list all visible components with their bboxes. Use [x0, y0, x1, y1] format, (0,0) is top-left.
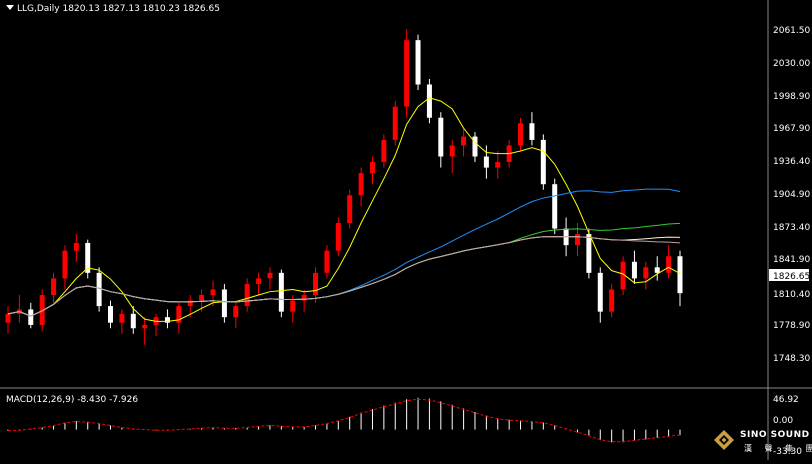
candle-body — [233, 306, 239, 318]
price-tick: 1841.90 — [773, 255, 810, 265]
candle-body — [381, 139, 387, 163]
candle-body — [221, 289, 227, 318]
candle-body — [631, 261, 637, 279]
chevron-down-icon[interactable] — [6, 5, 14, 10]
candle-body — [677, 256, 683, 294]
candle-body — [358, 173, 364, 196]
candle-body — [404, 40, 410, 107]
candle-body — [119, 313, 125, 323]
candle-body — [62, 250, 68, 279]
chart-canvas[interactable]: 2061.50 2030.00 1998.90 1967.90 1936.40 … — [0, 0, 812, 460]
price-tick: 2061.50 — [773, 26, 810, 36]
macd-header: MACD(12,26,9) -8.430 -7.926 — [6, 395, 139, 405]
candle-body — [108, 306, 114, 323]
candle-body — [256, 278, 262, 284]
ohlc-values: 1820.13 1827.13 1810.23 1826.65 — [62, 4, 220, 14]
current-price-label: 1826.65 — [773, 272, 810, 282]
candle-body — [347, 195, 353, 223]
candle-body — [267, 272, 273, 279]
candle-body — [5, 313, 11, 323]
candle-body — [28, 309, 34, 325]
candle-body — [529, 123, 535, 140]
candle-body — [518, 123, 524, 146]
candle-body — [290, 300, 296, 312]
chart-window[interactable]: 2061.50 2030.00 1998.90 1967.90 1936.40 … — [0, 0, 812, 460]
candle-body — [51, 278, 57, 296]
symbol-label: LLG,Daily — [17, 4, 60, 14]
candle-body — [244, 283, 250, 307]
candle-body — [574, 234, 580, 246]
price-tick: 1810.40 — [773, 290, 810, 300]
candle-body — [654, 267, 660, 273]
price-tick: 1936.40 — [773, 157, 810, 167]
logo-name: SINO SOUND — [740, 430, 810, 440]
candle-body — [461, 136, 467, 146]
candle-body — [483, 156, 489, 168]
candle-body — [552, 184, 558, 229]
candle-body — [199, 295, 205, 301]
candle-body — [597, 272, 603, 312]
candle-body — [426, 84, 432, 118]
logo-subtitle: 漢 聲 集 團 — [744, 444, 812, 453]
candle-body — [210, 289, 216, 296]
candle-body — [666, 256, 672, 273]
price-tick: 1998.90 — [773, 92, 810, 102]
candle-body — [369, 162, 375, 174]
candle-body — [586, 234, 592, 273]
price-tick: 1904.90 — [773, 190, 810, 200]
candle-body — [130, 313, 136, 329]
candle-body — [540, 139, 546, 185]
price-tick: 1778.90 — [773, 321, 810, 331]
candle-body — [415, 40, 421, 85]
diamond-logo-icon — [714, 430, 734, 450]
candle-body — [73, 242, 79, 251]
candle-body — [96, 272, 102, 307]
candle-body — [324, 250, 330, 273]
candle-body — [313, 272, 319, 296]
candle-body — [609, 289, 615, 312]
candle-body — [142, 324, 148, 329]
macd-tick: 0.00 — [773, 416, 793, 426]
candle-body — [392, 106, 398, 140]
candle-body — [438, 117, 444, 157]
candle-body — [495, 162, 501, 168]
macd-tick: 46.92 — [773, 395, 799, 405]
price-tick: 1873.40 — [773, 223, 810, 233]
candle-body — [449, 145, 455, 157]
candle-body — [278, 272, 284, 312]
chart-header: LLG,Daily 1820.13 1827.13 1810.23 1826.6… — [6, 4, 220, 14]
price-tick: 1748.30 — [773, 354, 810, 364]
candle-body — [643, 267, 649, 279]
candle-body — [335, 222, 341, 251]
sino-sound-logo: SINO SOUND 漢 聲 集 團 — [714, 428, 812, 458]
price-tick: 2030.00 — [773, 59, 810, 69]
price-tick: 1967.90 — [773, 124, 810, 134]
